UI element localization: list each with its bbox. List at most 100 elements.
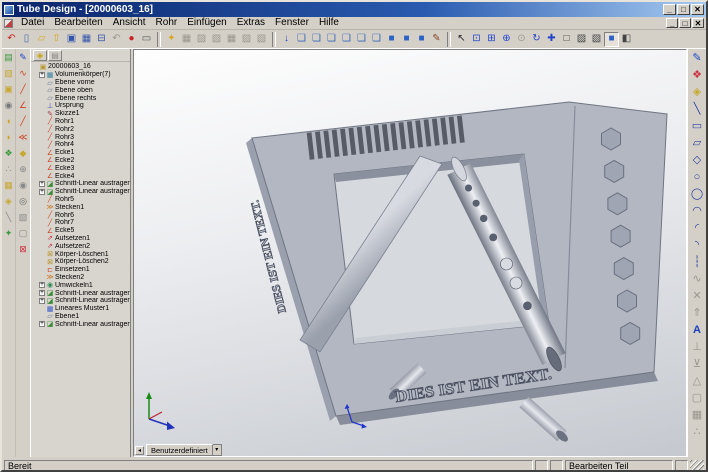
tree-item[interactable]: ∠Ecke3 bbox=[32, 164, 130, 172]
shaded-button[interactable]: ■ bbox=[604, 32, 619, 47]
verbinden-tool[interactable]: ⊕ bbox=[17, 162, 30, 178]
import-button[interactable]: ⇧ bbox=[49, 32, 64, 47]
expand-icon[interactable]: + bbox=[39, 321, 45, 327]
expand-icon[interactable]: + bbox=[39, 290, 45, 296]
diamond-tool[interactable]: ◈ bbox=[2, 194, 15, 210]
expand-icon[interactable]: + bbox=[39, 181, 45, 187]
tree-item[interactable]: +◪Schnitt-Linear austragen5 bbox=[32, 320, 130, 328]
title-bar[interactable]: Tube Design - [20000603_16] _ □ ✕ bbox=[2, 2, 706, 17]
ellipse-tool[interactable]: ◯ bbox=[689, 186, 706, 203]
body-tool-1[interactable]: ◖ bbox=[2, 114, 15, 130]
view-front-button[interactable]: ❏ bbox=[294, 32, 309, 47]
menu-hilfe[interactable]: Hilfe bbox=[314, 17, 344, 29]
tree-item[interactable]: ∠Ecke4 bbox=[32, 172, 130, 180]
cube-tool[interactable]: ▧ bbox=[17, 210, 30, 226]
tree-item[interactable]: +◪Schnitt-Linear austragen2 bbox=[32, 188, 130, 196]
menu-fenster[interactable]: Fenster bbox=[270, 17, 314, 29]
wireframe-button[interactable]: □ bbox=[559, 32, 574, 47]
tree-item[interactable]: +◪Schnitt-Linear austragen3 bbox=[32, 289, 130, 297]
viewport-canvas[interactable]: DIES IST EIN TEXT. DIES IST EIN TEXT. bbox=[134, 50, 687, 456]
close-button[interactable]: ✕ bbox=[691, 4, 704, 15]
tree-item[interactable]: ╱Rohr5 bbox=[32, 196, 130, 204]
tree-item[interactable]: +◪Schnitt-Linear austragen4 bbox=[32, 297, 130, 305]
rohr-tool-2[interactable]: ╱ bbox=[17, 114, 30, 130]
view-top-button[interactable]: ❏ bbox=[354, 32, 369, 47]
view-isometric-button[interactable]: ■ bbox=[384, 32, 399, 47]
rotate-view-button[interactable]: ↻ bbox=[529, 32, 544, 47]
gear-tool[interactable]: ◉ bbox=[17, 178, 30, 194]
components-tool[interactable]: ❖ bbox=[2, 146, 15, 162]
body-tool-2[interactable]: ◗ bbox=[2, 130, 15, 146]
zoom-fit-button[interactable]: ⊡ bbox=[469, 32, 484, 47]
line-feature-tool[interactable]: ╲ bbox=[2, 210, 15, 226]
database-tool[interactable]: ▣ bbox=[2, 82, 15, 98]
sketch-tool[interactable]: ✎ bbox=[689, 50, 706, 67]
expand-icon[interactable]: + bbox=[39, 298, 45, 304]
new-document-button[interactable]: ▯ bbox=[19, 32, 34, 47]
library-tool[interactable]: ▤ bbox=[2, 50, 15, 66]
eraser-tool[interactable]: ◆ bbox=[17, 146, 30, 162]
parallelogram-tool[interactable]: ▱ bbox=[689, 135, 706, 152]
minimize-button[interactable]: _ bbox=[663, 4, 676, 15]
view-dimetric-button[interactable]: ■ bbox=[414, 32, 429, 47]
sphere-tool[interactable]: ◉ bbox=[2, 98, 15, 114]
open-button[interactable]: ▱ bbox=[34, 32, 49, 47]
polygon-tool[interactable]: ◇ bbox=[689, 152, 706, 169]
pattern-dots-tool[interactable]: ∴ bbox=[2, 162, 15, 178]
view-back-button[interactable]: ❏ bbox=[309, 32, 324, 47]
maximize-button[interactable]: □ bbox=[677, 4, 690, 15]
save-all-button[interactable]: ▦ bbox=[79, 32, 94, 47]
hex-hole[interactable] bbox=[611, 225, 630, 247]
select-button[interactable]: ↖ bbox=[454, 32, 469, 47]
centerpoint-arc-tool[interactable]: ◠ bbox=[689, 203, 706, 220]
hex-hole[interactable] bbox=[608, 193, 627, 215]
print-button[interactable]: ⊟ bbox=[94, 32, 109, 47]
modify-sketch-tool[interactable]: ◈ bbox=[689, 84, 706, 101]
view-bottom-button[interactable]: ❏ bbox=[369, 32, 384, 47]
3d-sketch-tool[interactable]: ❖ bbox=[689, 67, 706, 84]
tree-item[interactable]: ▱Ebene1 bbox=[32, 313, 130, 321]
config-tab-dropdown[interactable]: ▾ bbox=[213, 444, 222, 456]
hidden-lines-visible-button[interactable]: ▨ bbox=[574, 32, 589, 47]
pan-button[interactable]: ✚ bbox=[544, 32, 559, 47]
tree-item[interactable]: ▱Ebene vorne bbox=[32, 79, 130, 87]
tree-item[interactable]: ▦Lineares Muster1 bbox=[32, 305, 130, 313]
tree-item[interactable]: ▣20000603_16 bbox=[32, 63, 130, 71]
tree-item[interactable]: ✎Skizze1 bbox=[32, 110, 130, 118]
featuremanager-tab[interactable]: ◈ bbox=[33, 50, 47, 61]
view-right-button[interactable]: ❏ bbox=[339, 32, 354, 47]
expand-icon[interactable]: + bbox=[39, 189, 45, 195]
tree-item[interactable]: ≫Stecken2 bbox=[32, 274, 130, 282]
screen-capture-button[interactable]: ▭ bbox=[139, 32, 154, 47]
tree-item[interactable]: +◉Umwickeln1 bbox=[32, 281, 130, 289]
tree-item[interactable]: ▱Ebene oben bbox=[32, 86, 130, 94]
child-minimize-button[interactable]: _ bbox=[666, 18, 678, 28]
resize-grip[interactable] bbox=[690, 460, 704, 472]
menu-bearbeiten[interactable]: Bearbeiten bbox=[49, 17, 107, 29]
menu-rohr[interactable]: Rohr bbox=[151, 17, 183, 29]
rebuild-traffic-light-button[interactable]: ● bbox=[124, 32, 139, 47]
menu-datei[interactable]: Datei bbox=[16, 17, 49, 29]
winkel-tool[interactable]: ≪ bbox=[17, 130, 30, 146]
line-tool[interactable]: ╲ bbox=[689, 101, 706, 118]
zoom-area-button[interactable]: ⊞ bbox=[484, 32, 499, 47]
rad-tool[interactable]: ◎ bbox=[17, 194, 30, 210]
sketch-text-tool[interactable]: A bbox=[689, 322, 706, 339]
child-close-button[interactable]: ✕ bbox=[692, 18, 704, 28]
tree-item[interactable]: ≫Stecken1 bbox=[32, 203, 130, 211]
tree-item[interactable]: ⊠Körper-Löschen2 bbox=[32, 258, 130, 266]
delete-tool[interactable]: ⊠ bbox=[17, 242, 30, 258]
tree-item[interactable]: ⇗Aufsetzen2 bbox=[32, 242, 130, 250]
named-view-button[interactable]: ✎ bbox=[429, 32, 444, 47]
viewport[interactable]: DIES IST EIN TEXT. DIES IST EIN TEXT. bbox=[133, 49, 687, 457]
tree-item[interactable]: ╱Rohr2 bbox=[32, 125, 130, 133]
tree-item[interactable]: ∠Ecke2 bbox=[32, 157, 130, 165]
shadow-button[interactable]: ◧ bbox=[619, 32, 634, 47]
configmanager-tab[interactable]: ▤ bbox=[48, 50, 62, 61]
config-tab[interactable]: Benutzerdefiniert bbox=[146, 444, 213, 456]
hex-hole[interactable] bbox=[618, 290, 637, 312]
rectangle-tool[interactable]: ▭ bbox=[689, 118, 706, 135]
rohr-tool[interactable]: ╱ bbox=[17, 82, 30, 98]
centerline-tool[interactable]: ┆ bbox=[689, 254, 706, 271]
circle-tool[interactable]: ○ bbox=[689, 169, 706, 186]
